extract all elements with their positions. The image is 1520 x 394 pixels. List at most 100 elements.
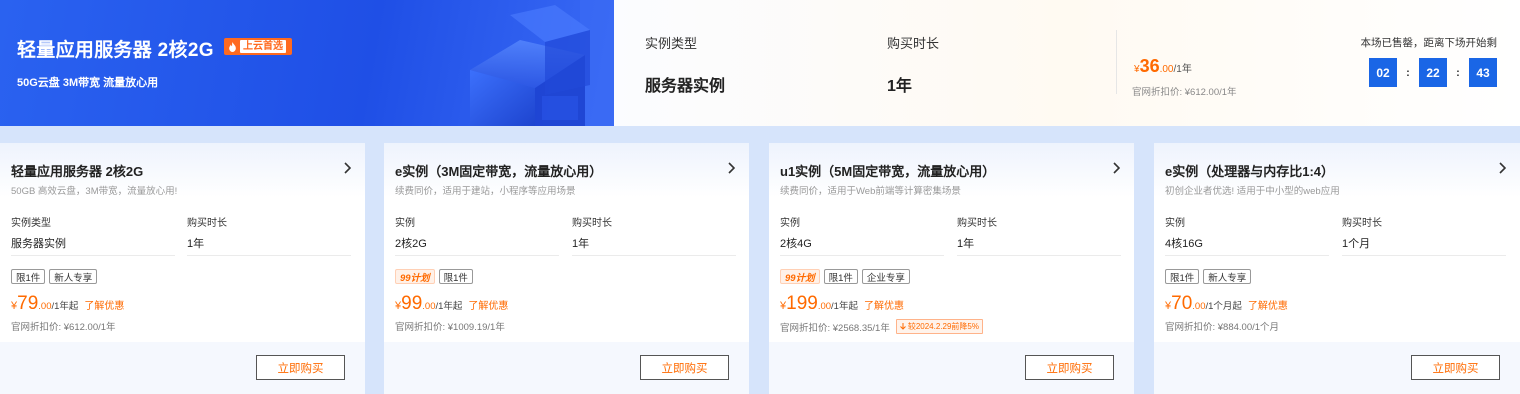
price-drop-badge: 较2024.2.29前降5% [895,319,983,334]
tag: 新人专享 [1203,269,1252,284]
countdown-separator: : [1406,66,1410,79]
spec-value: 2核4G [780,238,812,250]
card-desc: 初创企业者优选! 适用于中小型的web应用 [1165,186,1340,197]
duration-value: 1个月 [1342,238,1371,250]
spec-value: 2核2G [395,238,427,250]
learn-discount-link[interactable]: 了解优惠 [1248,297,1288,312]
top-price: ¥36.00/1年 [1134,56,1192,77]
countdown-separator: : [1456,66,1460,79]
divider [1116,30,1117,94]
card-title: u1实例（5M固定带宽，流量放心用） [780,164,996,179]
spec-divider [780,255,944,256]
price-unit: /1年起 [435,301,463,312]
instance-type-label: 实例类型 [645,36,698,51]
duration-value: 1年 [187,238,205,250]
spec-label: 实例类型 [11,218,51,229]
card-title: e实例（处理器与内存比1:4） [1165,164,1335,179]
server-illustration [470,0,614,126]
hero-subtitle: 50G云盘 3M带宽 流量放心用 [17,77,159,89]
original-price-row: 官网折扣价: ¥612.00/1年 [11,319,116,333]
price-int: 36 [1139,56,1160,76]
countdown-label: 本场已售罄，距离下场开始剩 [1360,37,1498,49]
plan-tag: 99计划 [780,269,820,284]
original-price-row: 官网折扣价: ¥1009.19/1年 [395,319,505,333]
tag-list: 99计划 限1件 企业专享 [780,269,910,284]
instance-type-value: 服务器实例 [645,78,726,95]
hero-banner: 轻量应用服务器 2核2G 上云首选 50G云盘 3M带宽 流量放心用 [0,0,614,126]
buy-button[interactable]: 立即购买 [256,355,345,380]
product-card[interactable]: e实例（3M固定带宽，流量放心用） 续费同价，适用于建站，小程序等应用场景 实例… [384,143,749,394]
spec-divider [395,255,559,256]
card-footer: 立即购买 [1154,342,1520,394]
spec-divider [572,255,736,256]
chevron-right-icon[interactable] [727,162,735,174]
card-footer: 立即购买 [384,342,749,394]
product-card[interactable]: 轻量应用服务器 2核2G 50GB 高效云盘，3M带宽，流量放心用! 实例类型 … [0,143,365,394]
tag: 限1件 [438,269,473,284]
countdown-seconds: 43 [1469,58,1497,87]
price: ¥99.00/1年起 了解优惠 [395,293,508,315]
spec-divider [1342,255,1506,256]
spec-value: 服务器实例 [11,238,66,250]
card-desc: 续费同价，适用于Web前端等计算密集场景 [780,186,961,197]
product-card[interactable]: u1实例（5M固定带宽，流量放心用） 续费同价，适用于Web前端等计算密集场景 … [769,143,1134,394]
chevron-right-icon[interactable] [1112,162,1120,174]
top-info-panel: 实例类型 服务器实例 购买时长 1年 ¥36.00/1年 官网折扣价: ¥612… [614,0,1520,126]
card-desc: 续费同价，适用于建站，小程序等应用场景 [395,186,576,197]
spec-divider [11,255,175,256]
learn-discount-link[interactable]: 了解优惠 [864,297,904,312]
hero-badge: 上云首选 [224,38,292,55]
spec-value: 4核16G [1165,238,1203,250]
duration-label: 购买时长 [887,36,940,51]
card-footer: 立即购买 [769,342,1134,394]
buy-button[interactable]: 立即购买 [1025,355,1114,380]
spec-divider [1165,255,1329,256]
duration-label: 购买时长 [957,218,997,229]
price-unit: /1年起 [831,301,858,312]
price-dec: .00 [422,301,436,312]
spec-divider [187,255,351,256]
duration-value: 1年 [957,238,975,250]
chevron-right-icon[interactable] [343,162,351,174]
tag: 新人专享 [49,269,98,284]
spec-label: 实例 [780,218,800,229]
duration-label: 购买时长 [572,218,612,229]
spec-divider [957,255,1121,256]
price-dec: .00 [1159,64,1174,75]
buy-button[interactable]: 立即购买 [640,355,729,380]
plan-tag: 99计划 [395,269,435,284]
duration-value: 1年 [572,238,590,250]
chevron-right-icon[interactable] [1498,162,1506,174]
tag: 限1件 [1165,269,1200,284]
price-dec: .00 [817,301,832,312]
original-price-row: 官网折扣价: ¥2568.35/1年 较2024.2.29前降5% [780,319,983,334]
price: ¥199.00/1年起 了解优惠 [780,293,904,315]
price: ¥70.00/1个月起 了解优惠 [1165,293,1288,315]
spec-label: 实例 [395,218,415,229]
original-price: 官网折扣价: ¥1009.19/1年 [395,322,505,333]
price-unit: /1年起 [51,301,79,312]
countdown-timer: 02 : 22 : 43 [1369,58,1497,87]
flame-icon [229,41,236,52]
duration-label: 购买时长 [1342,218,1382,229]
original-price: 官网折扣价: ¥2568.35/1年 [780,322,890,334]
down-arrow-icon [899,323,906,330]
card-footer: 立即购买 [0,342,365,394]
duration-value: 1年 [887,78,912,95]
tag: 企业专享 [861,269,910,284]
learn-discount-link[interactable]: 了解优惠 [84,297,124,312]
countdown-minutes: 22 [1419,58,1447,87]
tag-list: 99计划 限1件 [395,269,473,284]
original-price: 官网折扣价: ¥612.00/1年 [1132,87,1237,98]
learn-discount-link[interactable]: 了解优惠 [468,297,508,312]
original-price: 官网折扣价: ¥884.00/1个月 [1165,322,1280,333]
original-price: 官网折扣价: ¥612.00/1年 [11,322,116,333]
product-card[interactable]: e实例（处理器与内存比1:4） 初创企业者优选! 适用于中小型的web应用 实例… [1154,143,1520,394]
price-int: 70 [1171,293,1193,314]
buy-button[interactable]: 立即购买 [1411,355,1500,380]
duration-label: 购买时长 [187,218,227,229]
spec-label: 实例 [1165,218,1185,229]
card-desc: 50GB 高效云盘，3M带宽，流量放心用! [11,186,178,197]
price-dec: .00 [1192,301,1206,312]
original-price-row: 官网折扣价: ¥884.00/1个月 [1165,319,1279,333]
